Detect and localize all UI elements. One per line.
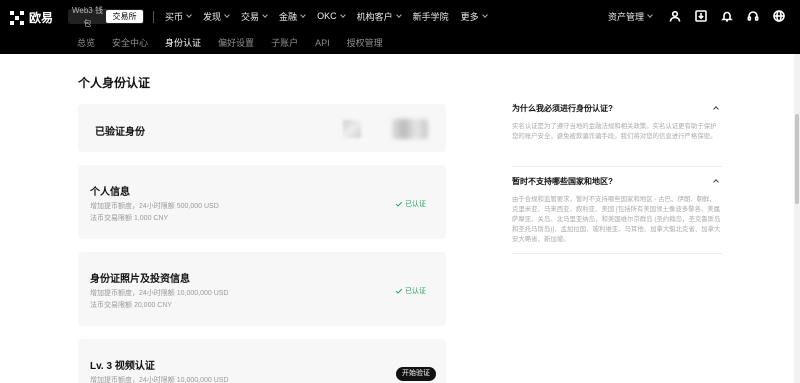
okx-logo-icon — [10, 10, 24, 25]
bell-icon[interactable] — [720, 9, 734, 23]
faq-item[interactable]: 为什么我必须进行身份认证? 实名认证是为了遵守当地的金融法规和相关政策。实名认证… — [512, 103, 722, 142]
chevron-down-icon — [224, 12, 230, 18]
faq-question[interactable]: 暂时不支持哪些国家和地区? — [512, 176, 722, 187]
level-title: Lv. 3 视频认证 — [90, 361, 155, 372]
faq-answer: 实名认证是为了遵守当地的金融法规和相关政策。实名认证更有助于保护您的账户安全，避… — [512, 123, 717, 140]
scrollbar[interactable] — [794, 54, 800, 383]
level-fiat-limit: 法币交易限额 20,000 CNY — [90, 302, 173, 309]
scroll-thumb[interactable] — [795, 114, 799, 204]
divider — [512, 166, 722, 167]
chevron-down-icon — [647, 12, 653, 18]
chevron-down-icon — [339, 12, 346, 18]
tab-preferences[interactable]: 偏好设置 — [218, 32, 254, 54]
verification-level-card: 个人信息 增加提币额度，24小时限额 500,000 USD 法币交易限额 1,… — [78, 165, 446, 239]
level-title: 个人信息 — [90, 187, 130, 198]
headset-icon[interactable] — [746, 9, 760, 23]
verified-status-badge: 已认证 — [395, 199, 426, 209]
nav-item-trade[interactable]: 交易 — [241, 10, 268, 23]
blurred-id-avatar — [343, 120, 361, 138]
tab-api[interactable]: API — [315, 32, 330, 54]
top-navbar: 欧易 Web3 钱包 交易所 买币 发现 交易 金融 OKC 机构客户 新手学院… — [0, 0, 800, 32]
asset-management-menu[interactable]: 资产管理 — [608, 10, 653, 23]
chevron-down-icon — [300, 12, 306, 18]
tab-authorization[interactable]: 授权管理 — [347, 32, 383, 54]
level-withdraw-limit: 增加提币额度，24小时限额 500,000 USD — [90, 203, 219, 210]
faq-question[interactable]: 为什么我必须进行身份认证? — [512, 103, 722, 114]
chevron-down-icon — [395, 12, 402, 18]
blurred-name — [392, 119, 428, 139]
nav-item-finance[interactable]: 金融 — [279, 10, 306, 23]
chevron-down-icon — [481, 12, 488, 18]
verification-level-card: Lv. 3 视频认证 增加提币额度，24小时限额 10,000,000 USD … — [78, 339, 446, 383]
check-icon — [395, 199, 403, 207]
nav-item-academy[interactable]: 新手学院 — [413, 10, 449, 23]
user-icon[interactable] — [668, 9, 682, 23]
divider — [512, 253, 722, 254]
brand-logo[interactable]: 欧易 — [10, 9, 53, 26]
chevron-down-icon — [262, 12, 268, 18]
nav-item-buy[interactable]: 买币 — [165, 10, 192, 23]
right-nav: 资产管理 — [608, 0, 786, 32]
start-verification-button[interactable]: 开始验证 — [396, 367, 436, 381]
level-title: 身份证照片及投资信息 — [90, 274, 190, 285]
mode-web3-wallet[interactable]: Web3 钱包 — [69, 4, 106, 30]
nav-item-more[interactable]: 更多 — [461, 10, 488, 23]
nav-item-institutional[interactable]: 机构客户 — [357, 10, 402, 23]
level-withdraw-limit: 增加提币额度，24小时限额 10,000,000 USD — [90, 290, 229, 297]
check-icon — [395, 286, 403, 294]
level-fiat-limit: 法币交易限额 1,000 CNY — [90, 215, 169, 222]
tab-identity-verification[interactable]: 身份认证 — [165, 32, 201, 54]
main-nav: 买币 发现 交易 金融 OKC 机构客户 新手学院 更多 — [165, 0, 499, 32]
faq-answer: 由于合规和监管要求，暂时不支持哪些国家和地区 - 古巴、伊朗、朝鲜、克里米亚、马… — [512, 196, 721, 243]
tab-security-center[interactable]: 安全中心 — [112, 32, 148, 54]
chevron-down-icon — [186, 12, 192, 18]
verified-status-badge: 已认证 — [395, 286, 426, 296]
globe-icon[interactable] — [772, 9, 786, 23]
page-title: 个人身份认证 — [78, 76, 151, 90]
verified-identity-label: 已验证身份 — [95, 127, 145, 138]
brand-name: 欧易 — [29, 11, 54, 25]
account-subnav: 总览 安全中心 身份认证 偏好设置 子账户 API 授权管理 — [0, 32, 800, 54]
verification-level-card: 身份证照片及投资信息 增加提币额度，24小时限额 10,000,000 USD … — [78, 252, 446, 326]
tab-overview[interactable]: 总览 — [77, 32, 95, 54]
nav-divider — [153, 11, 154, 23]
download-icon[interactable] — [694, 9, 708, 23]
nav-item-okc[interactable]: OKC — [317, 11, 346, 21]
tab-sub-accounts[interactable]: 子账户 — [271, 32, 298, 54]
chevron-up-icon[interactable] — [713, 179, 719, 185]
chevron-up-icon[interactable] — [713, 106, 719, 112]
mode-exchange[interactable]: 交易所 — [106, 10, 143, 23]
mode-toggle[interactable]: Web3 钱包 交易所 — [68, 6, 144, 28]
nav-item-discover[interactable]: 发现 — [203, 10, 230, 23]
verified-identity-card: 已验证身份 — [78, 104, 446, 152]
level-withdraw-limit: 增加提币额度，24小时限额 10,000,000 USD — [90, 377, 229, 383]
faq-item[interactable]: 暂时不支持哪些国家和地区? 由于合规和监管要求，暂时不支持哪些国家和地区 - 古… — [512, 176, 722, 245]
